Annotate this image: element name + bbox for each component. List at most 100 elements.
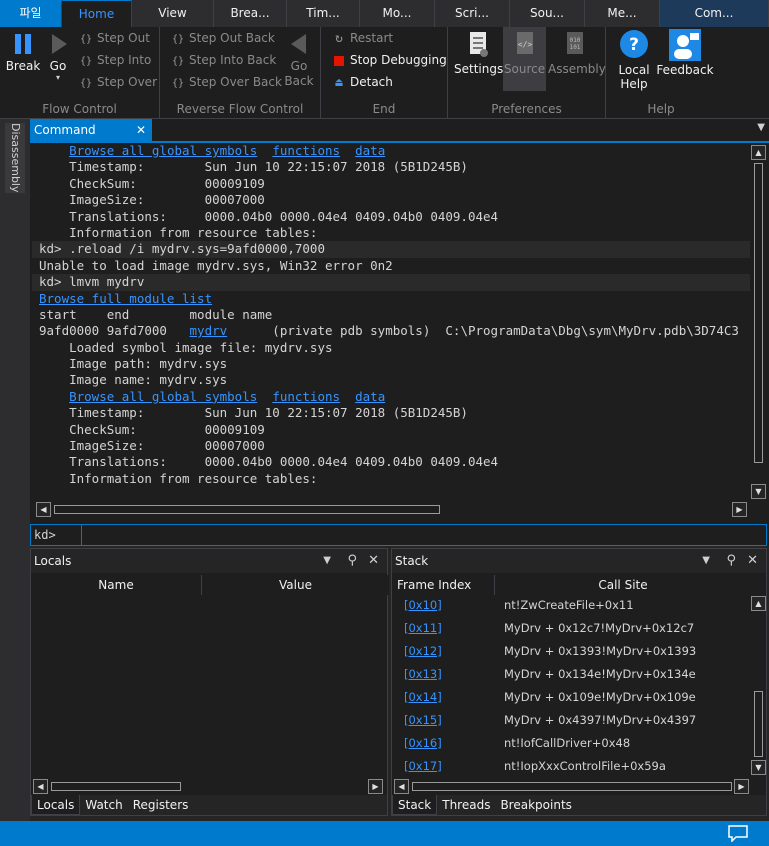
scroll-up-icon[interactable]: ▲ <box>751 596 766 611</box>
frame-index-link[interactable]: [0x10] <box>404 594 442 617</box>
dropdown-icon[interactable]: ▼ <box>702 549 710 573</box>
scroll-right-icon[interactable]: ▶ <box>732 502 747 517</box>
pin-icon[interactable]: ⚲ <box>726 549 736 573</box>
frame-index-link[interactable]: [0x14] <box>404 686 442 709</box>
output-link[interactable]: functions <box>272 143 340 158</box>
scroll-down-icon[interactable]: ▼ <box>751 760 766 775</box>
close-icon[interactable]: ✕ <box>368 549 379 573</box>
frame-index-link[interactable]: [0x13] <box>404 663 442 686</box>
stack-row[interactable]: [0x11] MyDrv + 0x12c7!MyDrv+0x12c7 <box>392 617 750 640</box>
frame-index-link[interactable]: [0x11] <box>404 617 442 640</box>
frame-index-link[interactable]: [0x16] <box>404 732 442 755</box>
step-out-back-button[interactable]: {} Step Out Back <box>170 28 275 48</box>
settings-button[interactable]: Settings <box>454 30 503 76</box>
stack-horizontal-scrollbar[interactable]: ◀ ▶ <box>392 778 766 795</box>
tab-stack[interactable]: Stack <box>392 795 438 815</box>
stack-row[interactable]: [0x16] nt!IofCallDriver+0x48 <box>392 732 750 755</box>
frame-index-link[interactable]: [0x17] <box>404 755 442 777</box>
step-over-button[interactable]: {} Step Over <box>78 72 157 92</box>
dropdown-icon[interactable]: ▼ <box>323 549 331 573</box>
scroll-up-icon[interactable]: ▲ <box>751 145 766 160</box>
step-over-back-button[interactable]: {} Step Over Back <box>170 72 282 92</box>
tab-model[interactable]: Mo... <box>360 0 435 27</box>
locals-horizontal-scrollbar[interactable]: ◀ ▶ <box>31 778 387 795</box>
break-button[interactable]: Break <box>4 31 42 73</box>
command-vertical-scrollbar[interactable]: ▲ ▼ <box>750 143 767 501</box>
column-header-call-site[interactable]: Call Site <box>495 575 751 595</box>
command-input[interactable]: kd> <box>30 524 767 546</box>
disassembly-side-tab[interactable]: Disassembly <box>5 123 25 193</box>
output-link[interactable]: Browse all global symbols <box>69 143 257 158</box>
window-list-dropdown-icon[interactable]: ▼ <box>757 122 765 133</box>
command-window: Command ✕ ▼ Browse all global symbols fun… <box>30 119 769 546</box>
local-help-button[interactable]: ? Local Help <box>614 29 654 91</box>
column-header-name[interactable]: Name <box>31 575 202 595</box>
feedback-chat-icon[interactable] <box>727 824 749 842</box>
scroll-left-icon[interactable]: ◀ <box>33 779 48 794</box>
output-link[interactable]: Browse full module list <box>39 291 212 306</box>
stack-row[interactable]: [0x13] MyDrv + 0x134e!MyDrv+0x134e <box>392 663 750 686</box>
command-horizontal-scrollbar[interactable]: ◀ ▶ <box>32 501 750 518</box>
command-tab[interactable]: Command ✕ <box>30 119 152 141</box>
scroll-thumb[interactable] <box>54 505 440 514</box>
tab-breakpoints-panel[interactable]: Breakpoints <box>495 795 576 815</box>
tab-command[interactable]: Com... <box>660 0 769 27</box>
scroll-right-icon[interactable]: ▶ <box>368 779 383 794</box>
stack-row[interactable]: [0x12] MyDrv + 0x1393!MyDrv+0x1393 <box>392 640 750 663</box>
stack-row[interactable]: [0x10] nt!ZwCreateFile+0x11 <box>392 594 750 617</box>
output-link[interactable]: Browse all global symbols <box>69 389 257 404</box>
tab-registers[interactable]: Registers <box>128 795 194 815</box>
tab-home[interactable]: Home <box>62 0 132 27</box>
output-link[interactable]: data <box>355 143 385 158</box>
scroll-left-icon[interactable]: ◀ <box>394 779 409 794</box>
command-output[interactable]: Browse all global symbols functions data… <box>32 143 750 501</box>
tab-threads[interactable]: Threads <box>437 795 495 815</box>
detach-button[interactable]: ⏏ Detach <box>331 72 393 92</box>
scroll-thumb[interactable] <box>754 163 763 463</box>
close-icon[interactable]: ✕ <box>747 549 758 573</box>
step-into-back-button[interactable]: {} Step Into Back <box>170 50 276 70</box>
tab-view[interactable]: View <box>132 0 214 27</box>
close-icon[interactable]: ✕ <box>136 119 146 141</box>
stop-debugging-button[interactable]: Stop Debugging <box>331 50 447 70</box>
frame-index-link[interactable]: [0x12] <box>404 640 442 663</box>
step-into-button[interactable]: {} Step Into <box>78 50 151 70</box>
scroll-thumb[interactable] <box>51 782 181 791</box>
stack-row[interactable]: [0x14] MyDrv + 0x109e!MyDrv+0x109e <box>392 686 750 709</box>
step-out-button[interactable]: {} Step Out <box>78 28 150 48</box>
stack-row[interactable]: [0x17] nt!IopXxxControlFile+0x59a <box>392 755 750 777</box>
tab-file[interactable]: 파일 <box>0 0 62 27</box>
tab-breakpoints[interactable]: Brea... <box>214 0 287 27</box>
line-text: ImageSize: 00007000 <box>39 192 265 208</box>
restart-button[interactable]: ↻ Restart <box>331 28 393 48</box>
scroll-left-icon[interactable]: ◀ <box>36 502 51 517</box>
source-button[interactable]: </> Source <box>503 27 546 91</box>
status-bar <box>0 821 769 846</box>
tab-time-travel[interactable]: Tim... <box>287 0 360 27</box>
tab-locals[interactable]: Locals <box>31 795 81 815</box>
stack-row[interactable]: [0x15] MyDrv + 0x4397!MyDrv+0x4397 <box>392 709 750 732</box>
stack-vertical-scrollbar[interactable]: ▲ ▼ <box>750 595 767 777</box>
assembly-button[interactable]: 010 101 Assembly <box>548 30 606 76</box>
go-dropdown-icon[interactable]: ▾ <box>44 73 72 82</box>
preferences-label: Preferences <box>491 102 562 116</box>
tab-scripting[interactable]: Scri... <box>435 0 510 27</box>
scroll-thumb[interactable] <box>754 691 763 757</box>
go-back-button[interactable]: Go Back <box>284 31 314 89</box>
column-header-frame-index[interactable]: Frame Index <box>392 575 495 595</box>
go-button[interactable]: Go ▾ <box>44 31 72 82</box>
restart-icon: ↻ <box>335 31 343 46</box>
output-link[interactable]: functions <box>272 389 340 404</box>
feedback-button[interactable]: Feedback <box>656 29 714 77</box>
scroll-right-icon[interactable]: ▶ <box>734 779 749 794</box>
output-link[interactable]: data <box>355 389 385 404</box>
pin-icon[interactable]: ⚲ <box>347 549 357 573</box>
tab-watch[interactable]: Watch <box>80 795 127 815</box>
column-header-value[interactable]: Value <box>202 575 389 595</box>
scroll-thumb[interactable] <box>412 782 732 791</box>
scroll-down-icon[interactable]: ▼ <box>751 484 766 499</box>
tab-source[interactable]: Sou... <box>510 0 585 27</box>
tab-memory[interactable]: Me... <box>585 0 660 27</box>
frame-index-link[interactable]: [0x15] <box>404 709 442 732</box>
module-link[interactable]: mydrv <box>190 323 228 338</box>
